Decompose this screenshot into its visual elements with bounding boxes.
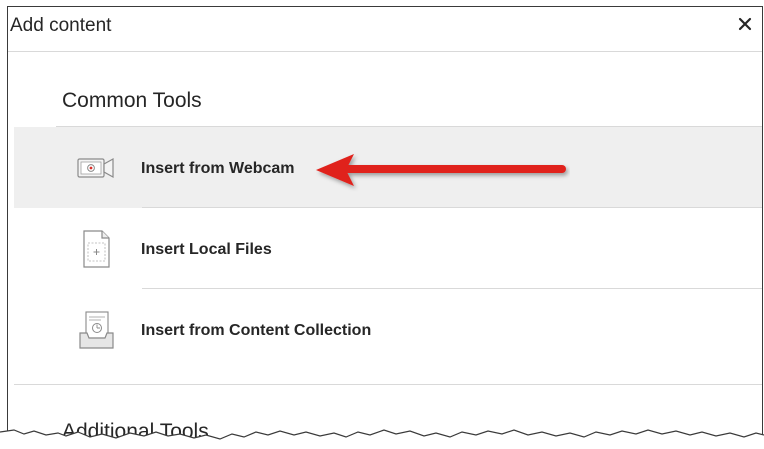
tool-insert-from-content-collection[interactable]: Insert from Content Collection <box>14 289 762 370</box>
close-button[interactable] <box>734 13 756 35</box>
dialog-title: Add content <box>10 15 112 36</box>
add-content-dialog: Add content Common Tools Insert from Web… <box>7 6 763 449</box>
tool-label: Insert from Content Collection <box>141 322 372 339</box>
annotation-arrow <box>316 154 566 186</box>
torn-edge-decoration <box>0 429 764 449</box>
local-file-icon <box>83 230 110 268</box>
tool-label: Insert Local Files <box>141 241 272 258</box>
tool-label: Insert from Webcam <box>141 160 295 177</box>
webcam-icon <box>77 157 114 179</box>
section-divider <box>14 384 762 385</box>
section-heading-common-tools: Common Tools <box>62 89 202 112</box>
content-collection-icon <box>79 311 114 349</box>
tool-insert-local-files[interactable]: Insert Local Files <box>14 208 762 289</box>
close-icon <box>738 17 752 31</box>
dialog-header: Add content <box>8 7 762 52</box>
